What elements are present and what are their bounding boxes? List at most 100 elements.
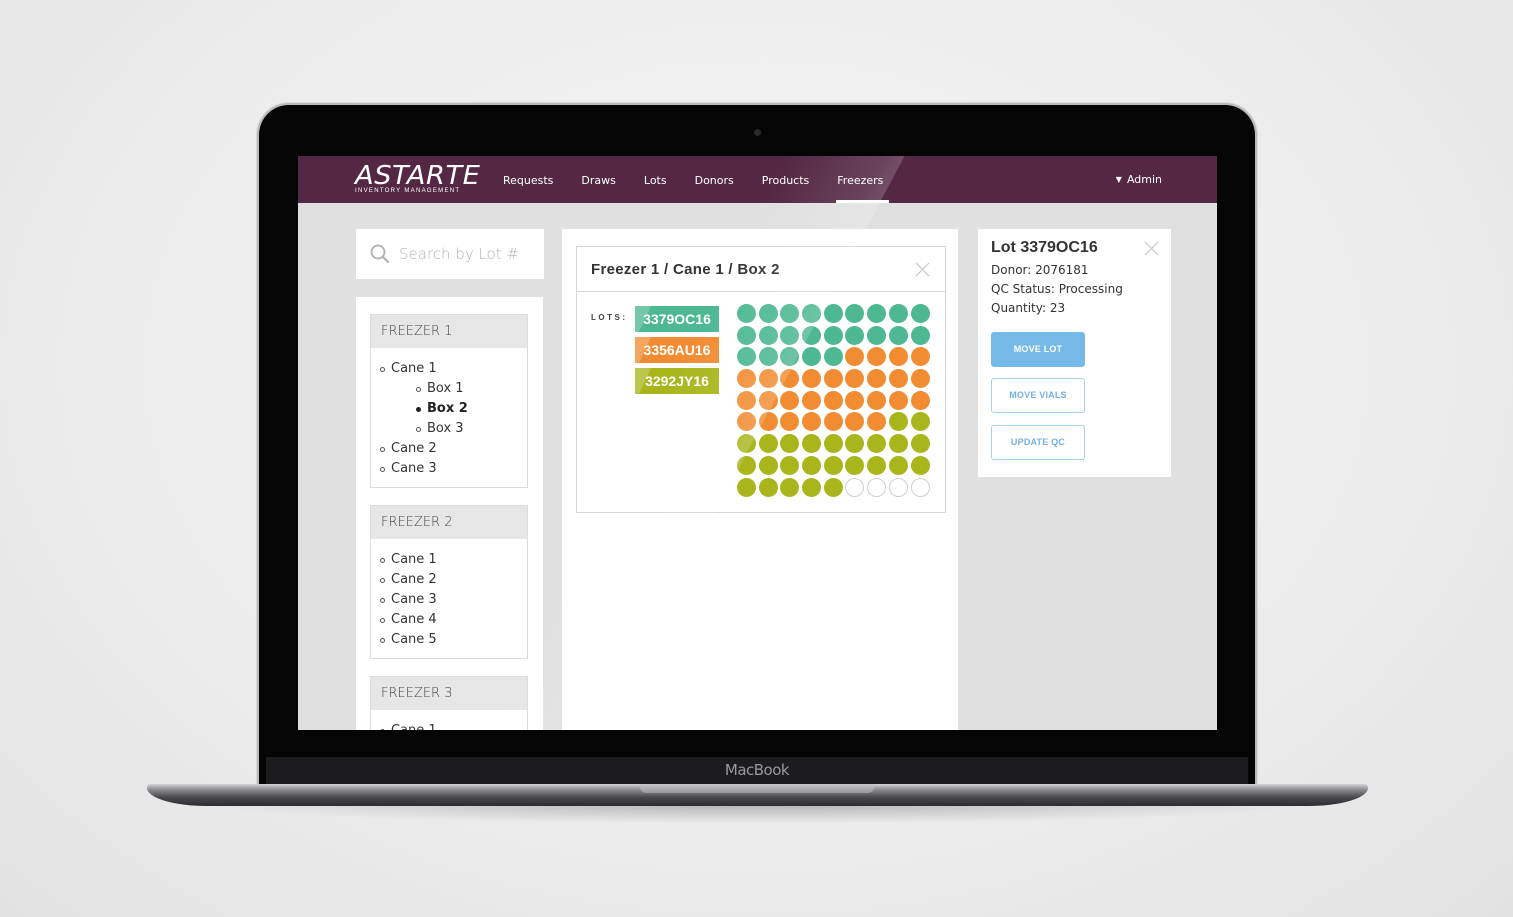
nav-requests[interactable]: Requests (503, 156, 553, 203)
vial-filled[interactable] (802, 347, 822, 367)
vial-filled[interactable] (910, 434, 930, 454)
vial-filled[interactable] (823, 390, 843, 410)
vial-filled[interactable] (867, 455, 887, 475)
lot-tag[interactable]: 3292JY16 (635, 368, 719, 394)
vial-filled[interactable] (888, 325, 908, 345)
vial-empty[interactable] (888, 477, 908, 497)
move-vials-button[interactable]: MOVE VIALS (991, 378, 1085, 413)
vial-filled[interactable] (867, 390, 887, 410)
vial-filled[interactable] (845, 347, 865, 367)
vial-filled[interactable] (845, 455, 865, 475)
vial-filled[interactable] (910, 369, 930, 389)
vial-filled[interactable] (823, 369, 843, 389)
vial-filled[interactable] (845, 369, 865, 389)
tree-item-cane[interactable]: Cane 3 (380, 459, 527, 479)
vial-filled[interactable] (867, 304, 887, 323)
vial-filled[interactable] (780, 412, 800, 432)
vial-filled[interactable] (802, 325, 822, 345)
vial-filled[interactable] (780, 477, 800, 497)
tree-item-cane[interactable]: Cane 2 (380, 570, 527, 590)
vial-filled[interactable] (802, 304, 822, 323)
vial-filled[interactable] (867, 347, 887, 367)
vial-filled[interactable] (802, 434, 822, 454)
vial-filled[interactable] (823, 347, 843, 367)
vial-filled[interactable] (910, 412, 930, 432)
vial-filled[interactable] (737, 304, 756, 323)
vial-filled[interactable] (888, 304, 908, 323)
vial-empty[interactable] (910, 477, 930, 497)
vial-filled[interactable] (780, 369, 800, 389)
tree-item-cane[interactable]: Cane 3 (380, 590, 527, 610)
vial-filled[interactable] (780, 434, 800, 454)
vial-filled[interactable] (758, 347, 778, 367)
vial-filled[interactable] (802, 369, 822, 389)
vial-filled[interactable] (737, 455, 756, 475)
close-icon[interactable] (915, 262, 930, 277)
tree-item-cane[interactable]: Cane 4 (380, 610, 527, 630)
vial-filled[interactable] (737, 477, 756, 497)
vial-filled[interactable] (737, 412, 756, 432)
vial-filled[interactable] (888, 390, 908, 410)
vial-filled[interactable] (780, 325, 800, 345)
vial-empty[interactable] (867, 477, 887, 497)
vial-filled[interactable] (823, 304, 843, 323)
nav-draws[interactable]: Draws (581, 156, 615, 203)
logo[interactable]: ASTARTE INVENTORY MANAGEMENT (355, 163, 480, 194)
vial-filled[interactable] (845, 412, 865, 432)
lot-tag[interactable]: 3356AU16 (635, 337, 719, 363)
vial-filled[interactable] (802, 455, 822, 475)
vial-filled[interactable] (737, 369, 756, 389)
tree-item-cane[interactable]: Cane 1 (380, 550, 527, 570)
vial-filled[interactable] (758, 477, 778, 497)
user-menu[interactable]: ▼ Admin (1116, 173, 1162, 186)
vial-filled[interactable] (802, 412, 822, 432)
tree-item-box[interactable]: Box 2 (380, 399, 527, 419)
vial-filled[interactable] (867, 325, 887, 345)
vial-filled[interactable] (758, 369, 778, 389)
vial-filled[interactable] (910, 390, 930, 410)
vial-filled[interactable] (780, 304, 800, 323)
vial-filled[interactable] (867, 369, 887, 389)
vial-filled[interactable] (888, 434, 908, 454)
freezer-header[interactable]: FREEZER 1 (371, 315, 527, 348)
vial-filled[interactable] (737, 347, 756, 367)
vial-empty[interactable] (845, 477, 865, 497)
nav-freezers[interactable]: Freezers (836, 156, 890, 203)
close-icon[interactable] (1144, 241, 1159, 256)
tree-item-cane[interactable]: Cane 2 (380, 439, 527, 459)
vial-filled[interactable] (802, 477, 822, 497)
vial-filled[interactable] (910, 304, 930, 323)
vial-filled[interactable] (867, 434, 887, 454)
vial-filled[interactable] (823, 412, 843, 432)
freezer-header[interactable]: FREEZER 2 (371, 506, 527, 539)
vial-filled[interactable] (780, 347, 800, 367)
vial-filled[interactable] (758, 390, 778, 410)
vial-filled[interactable] (823, 455, 843, 475)
vial-filled[interactable] (910, 347, 930, 367)
freezer-header[interactable]: FREEZER 3 (371, 677, 527, 710)
vial-filled[interactable] (910, 455, 930, 475)
vial-filled[interactable] (888, 347, 908, 367)
vial-filled[interactable] (867, 412, 887, 432)
vial-filled[interactable] (737, 390, 756, 410)
move-lot-button[interactable]: MOVE LOT (991, 332, 1085, 367)
vial-filled[interactable] (780, 390, 800, 410)
vial-filled[interactable] (888, 369, 908, 389)
vial-filled[interactable] (845, 304, 865, 323)
nav-donors[interactable]: Donors (695, 156, 734, 203)
vial-filled[interactable] (737, 434, 756, 454)
vial-filled[interactable] (758, 304, 778, 323)
tree-item-box[interactable]: Box 1 (380, 379, 527, 399)
vial-filled[interactable] (845, 390, 865, 410)
vial-filled[interactable] (888, 412, 908, 432)
vial-filled[interactable] (758, 325, 778, 345)
nav-products[interactable]: Products (762, 156, 810, 203)
tree-item-box[interactable]: Box 3 (380, 419, 527, 439)
vial-filled[interactable] (823, 325, 843, 345)
vial-filled[interactable] (910, 325, 930, 345)
vial-filled[interactable] (845, 434, 865, 454)
vial-filled[interactable] (758, 455, 778, 475)
vial-filled[interactable] (888, 455, 908, 475)
nav-lots[interactable]: Lots (644, 156, 667, 203)
vial-filled[interactable] (845, 325, 865, 345)
